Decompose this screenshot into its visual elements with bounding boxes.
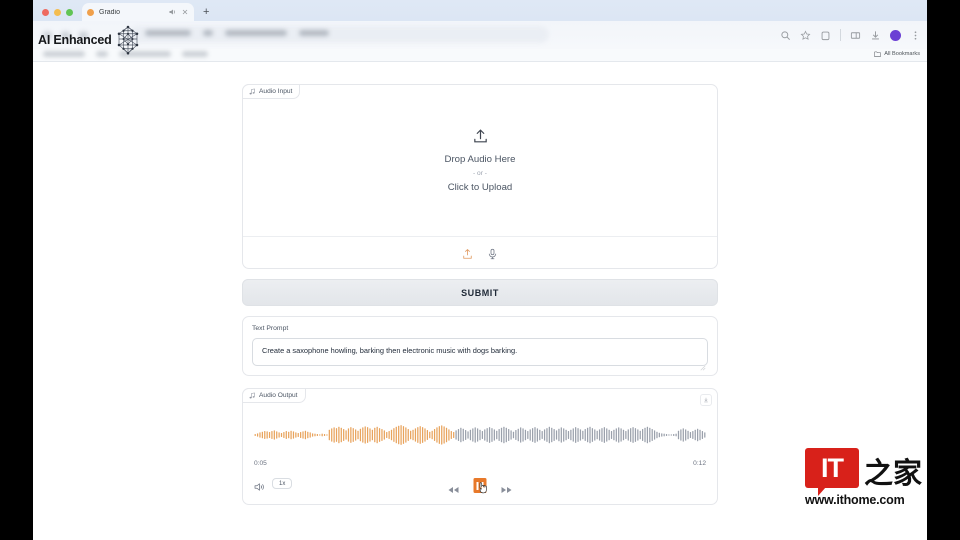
audio-transport-controls	[448, 478, 513, 494]
audio-drop-zone[interactable]: Drop Audio Here - or - Click to Upload	[243, 85, 717, 236]
browser-toolbar	[33, 21, 927, 49]
toolbar-divider	[840, 29, 841, 41]
audio-output-label-text: Audio Output	[259, 392, 298, 399]
address-bar-text	[145, 30, 329, 36]
music-note-icon	[249, 392, 255, 399]
ai-enhanced-overlay: AI Enhanced	[38, 24, 143, 56]
neural-network-molecule-icon	[113, 24, 143, 56]
total-time-label: 0:12	[693, 460, 706, 467]
chrome-menu-icon[interactable]	[910, 30, 921, 41]
text-prompt-label: Text Prompt	[252, 325, 289, 332]
fast-forward-icon[interactable]	[501, 481, 513, 493]
upload-arrow-icon	[472, 128, 489, 145]
microphone-icon[interactable]	[487, 247, 498, 260]
text-prompt-input[interactable]: Create a saxophone howling, barking then…	[252, 338, 708, 366]
downloads-icon[interactable]	[870, 30, 881, 41]
browser-window: Gradio + All Bookmarks AI Enhanced Audio…	[33, 0, 927, 540]
gradio-favicon	[87, 8, 94, 16]
audio-controls-left: 1x	[254, 478, 293, 491]
watermark-cn-text: 之家	[864, 456, 923, 491]
volume-speaker-icon[interactable]	[254, 479, 265, 491]
download-icon[interactable]	[700, 394, 712, 406]
music-note-icon	[249, 88, 255, 95]
audio-controls-row: 1x	[254, 478, 706, 494]
current-time-label: 0:05	[254, 460, 267, 467]
maximize-window-button[interactable]	[66, 9, 73, 16]
text-prompt-block: Text Prompt Create a saxophone howling, …	[242, 316, 718, 376]
browser-tab-strip: Gradio +	[33, 0, 927, 21]
browser-tab-gradio[interactable]: Gradio	[82, 3, 194, 21]
watermark-logo-row: IT 之家	[805, 448, 927, 496]
drop-audio-text: Drop Audio Here	[444, 154, 516, 165]
watermark-it-text: IT	[821, 452, 844, 483]
upload-file-icon[interactable]	[462, 247, 473, 259]
close-window-button[interactable]	[42, 9, 49, 16]
audio-input-label: Audio Input	[242, 84, 301, 99]
bookmark-star-icon[interactable]	[800, 29, 811, 41]
audio-waveform[interactable]	[254, 415, 706, 455]
audio-input-block[interactable]: Audio Input Drop Audio Here - or - Click…	[242, 84, 718, 269]
new-tab-button[interactable]: +	[203, 7, 209, 21]
window-traffic-lights[interactable]	[33, 9, 82, 21]
folder-icon	[874, 51, 882, 57]
mouse-cursor-hand-icon	[477, 481, 488, 494]
gradio-page: Audio Input Drop Audio Here - or - Click…	[33, 62, 927, 540]
ithome-logo-icon: IT	[805, 448, 859, 496]
all-bookmarks-label: All Bookmarks	[884, 51, 920, 57]
audio-output-label: Audio Output	[242, 388, 306, 403]
tab-title: Gradio	[99, 8, 121, 16]
zoom-search-icon[interactable]	[780, 30, 791, 41]
speaker-playing-icon[interactable]	[168, 8, 176, 16]
extensions-icon[interactable]	[820, 30, 831, 41]
textarea-resize-handle[interactable]	[700, 358, 706, 371]
ai-enhanced-label: AI Enhanced	[38, 33, 112, 47]
close-icon[interactable]	[181, 8, 189, 16]
audio-output-block: Audio Output 0:05 0:12 1x	[242, 388, 718, 505]
all-bookmarks-button[interactable]: All Bookmarks	[874, 51, 920, 57]
click-to-upload-text: Click to Upload	[447, 182, 513, 193]
ithome-watermark: IT 之家 www.ithome.com	[805, 448, 927, 507]
playback-speed-button[interactable]: 1x	[272, 478, 293, 489]
submit-button[interactable]: SUBMIT	[242, 279, 718, 306]
audio-input-toolbar	[243, 236, 717, 269]
minimize-window-button[interactable]	[54, 9, 61, 16]
rewind-icon[interactable]	[448, 481, 460, 493]
pause-icon[interactable]	[473, 478, 488, 494]
audio-time-row: 0:05 0:12	[254, 460, 706, 467]
bookmarks-bar: All Bookmarks	[33, 49, 927, 62]
toolbar-right-icons	[780, 21, 921, 49]
or-separator-text: - or -	[473, 170, 487, 177]
split-screen-icon[interactable]	[850, 30, 861, 41]
audio-input-label-text: Audio Input	[259, 88, 293, 95]
gradio-app-container: Audio Input Drop Audio Here - or - Click…	[242, 84, 718, 505]
screenshot-root: Gradio + All Bookmarks AI Enhanced Audio…	[0, 0, 960, 540]
profile-avatar[interactable]	[890, 29, 901, 41]
